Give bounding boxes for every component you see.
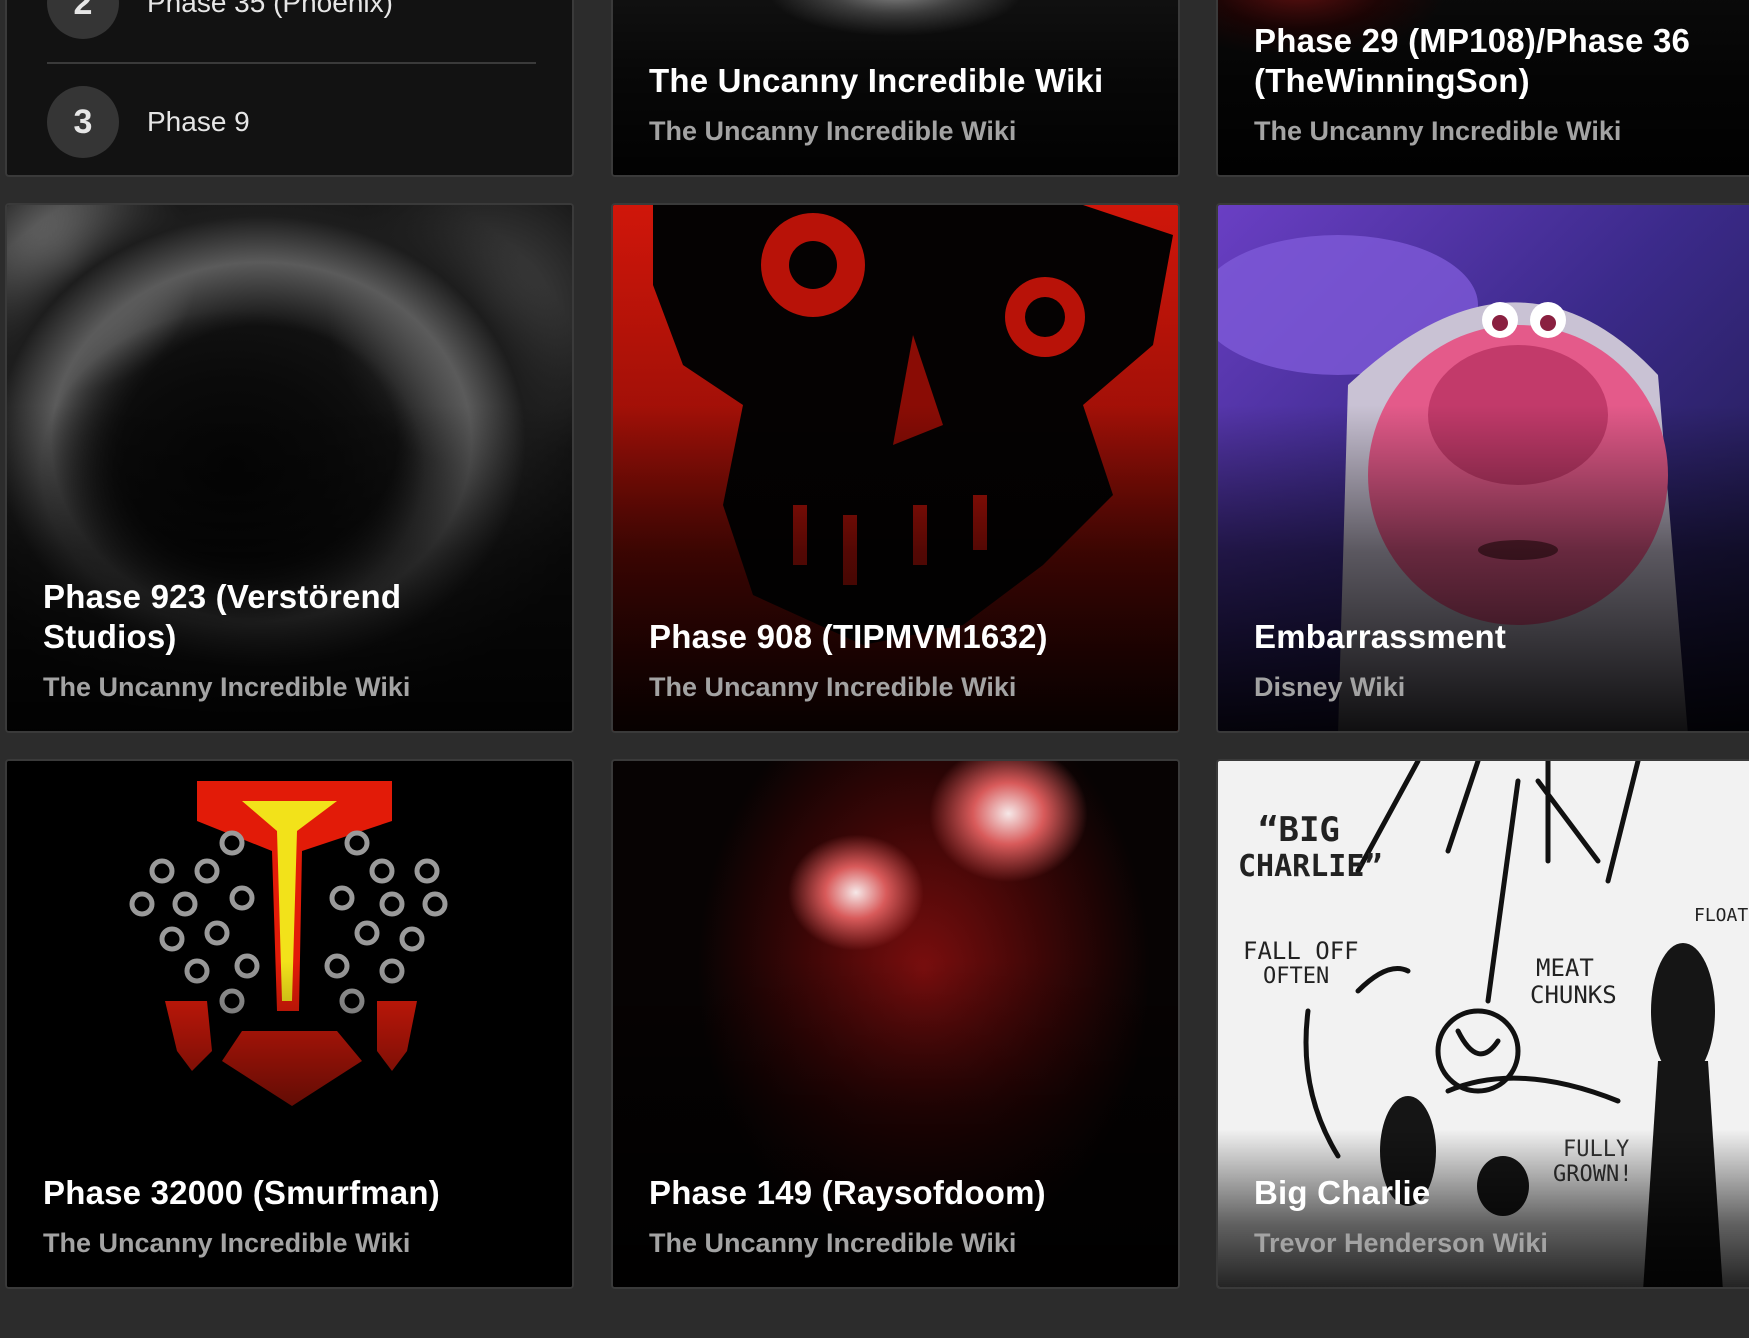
- top-phases-list: 2 Phase 35 (Phoenix) 3 Phase 9: [5, 0, 574, 177]
- wiki-card[interactable]: Phase 923 (Verstörend Studios) The Uncan…: [5, 203, 574, 733]
- sketch-label: OFTEN: [1263, 964, 1329, 989]
- card-title: The Uncanny Incredible Wiki: [649, 62, 1104, 99]
- list-item[interactable]: 2 Phase 35 (Phoenix): [47, 0, 536, 39]
- sketch-label: FALL OFF: [1243, 937, 1359, 965]
- wiki-card[interactable]: Phase 29 (MP108)/Phase 36 (TheWinningSon…: [1216, 0, 1749, 177]
- card-title: Embarrassment: [1254, 618, 1507, 655]
- card-title: Phase 908 (TIPMVM1632): [649, 618, 1048, 655]
- card-wiki-name: The Uncanny Incredible Wiki: [43, 1228, 411, 1258]
- card-title: Phase 149 (Raysofdoom): [649, 1174, 1046, 1211]
- list-item-label: Phase 9: [147, 106, 250, 137]
- card-title: Phase 923 (Verstörend Studios): [43, 578, 402, 655]
- list-item[interactable]: 3 Phase 9: [47, 86, 536, 158]
- sketch-label: “BIG: [1258, 810, 1340, 850]
- wiki-card[interactable]: Phase 32000 (Smurfman) The Uncanny Incre…: [5, 759, 574, 1289]
- card-wiki-name: The Uncanny Incredible Wiki: [649, 1228, 1017, 1258]
- divider: [47, 62, 536, 64]
- card-title: Phase 29 (MP108)/Phase 36 (TheWinningSon…: [1254, 22, 1691, 99]
- wiki-card[interactable]: Phase 149 (Raysofdoom) The Uncanny Incre…: [611, 759, 1180, 1289]
- wiki-card[interactable]: Phase 908 (TIPMVM1632) The Uncanny Incre…: [611, 203, 1180, 733]
- card-title: Big Charlie: [1254, 1174, 1431, 1211]
- card-wiki-name: The Uncanny Incredible Wiki: [43, 672, 411, 702]
- card-wiki-name: The Uncanny Incredible Wiki: [1254, 116, 1622, 146]
- wiki-card[interactable]: The Uncanny Incredible Wiki The Uncanny …: [611, 0, 1180, 177]
- card-wiki-name: Trevor Henderson Wiki: [1254, 1228, 1548, 1258]
- sketch-label: CHUNKS: [1530, 981, 1617, 1009]
- wiki-card[interactable]: Embarrassment Disney Wiki: [1216, 203, 1749, 733]
- sketch-label: CHARLIE”: [1238, 849, 1383, 884]
- card-wiki-name: The Uncanny Incredible Wiki: [649, 116, 1017, 146]
- list-item-label: Phase 35 (Phoenix): [147, 0, 393, 18]
- rank-badge: 2: [47, 0, 119, 39]
- sketch-label: MEAT: [1536, 954, 1594, 982]
- sketch-label: FLOATS: [1694, 905, 1749, 926]
- card-title: Phase 32000 (Smurfman): [43, 1174, 440, 1211]
- rank-badge: 3: [47, 86, 119, 158]
- card-wiki-name: The Uncanny Incredible Wiki: [649, 672, 1017, 702]
- wiki-card[interactable]: “BIG CHARLIE” FALL OFF OFTEN MEAT CHUNKS…: [1216, 759, 1749, 1289]
- card-wiki-name: Disney Wiki: [1254, 672, 1406, 702]
